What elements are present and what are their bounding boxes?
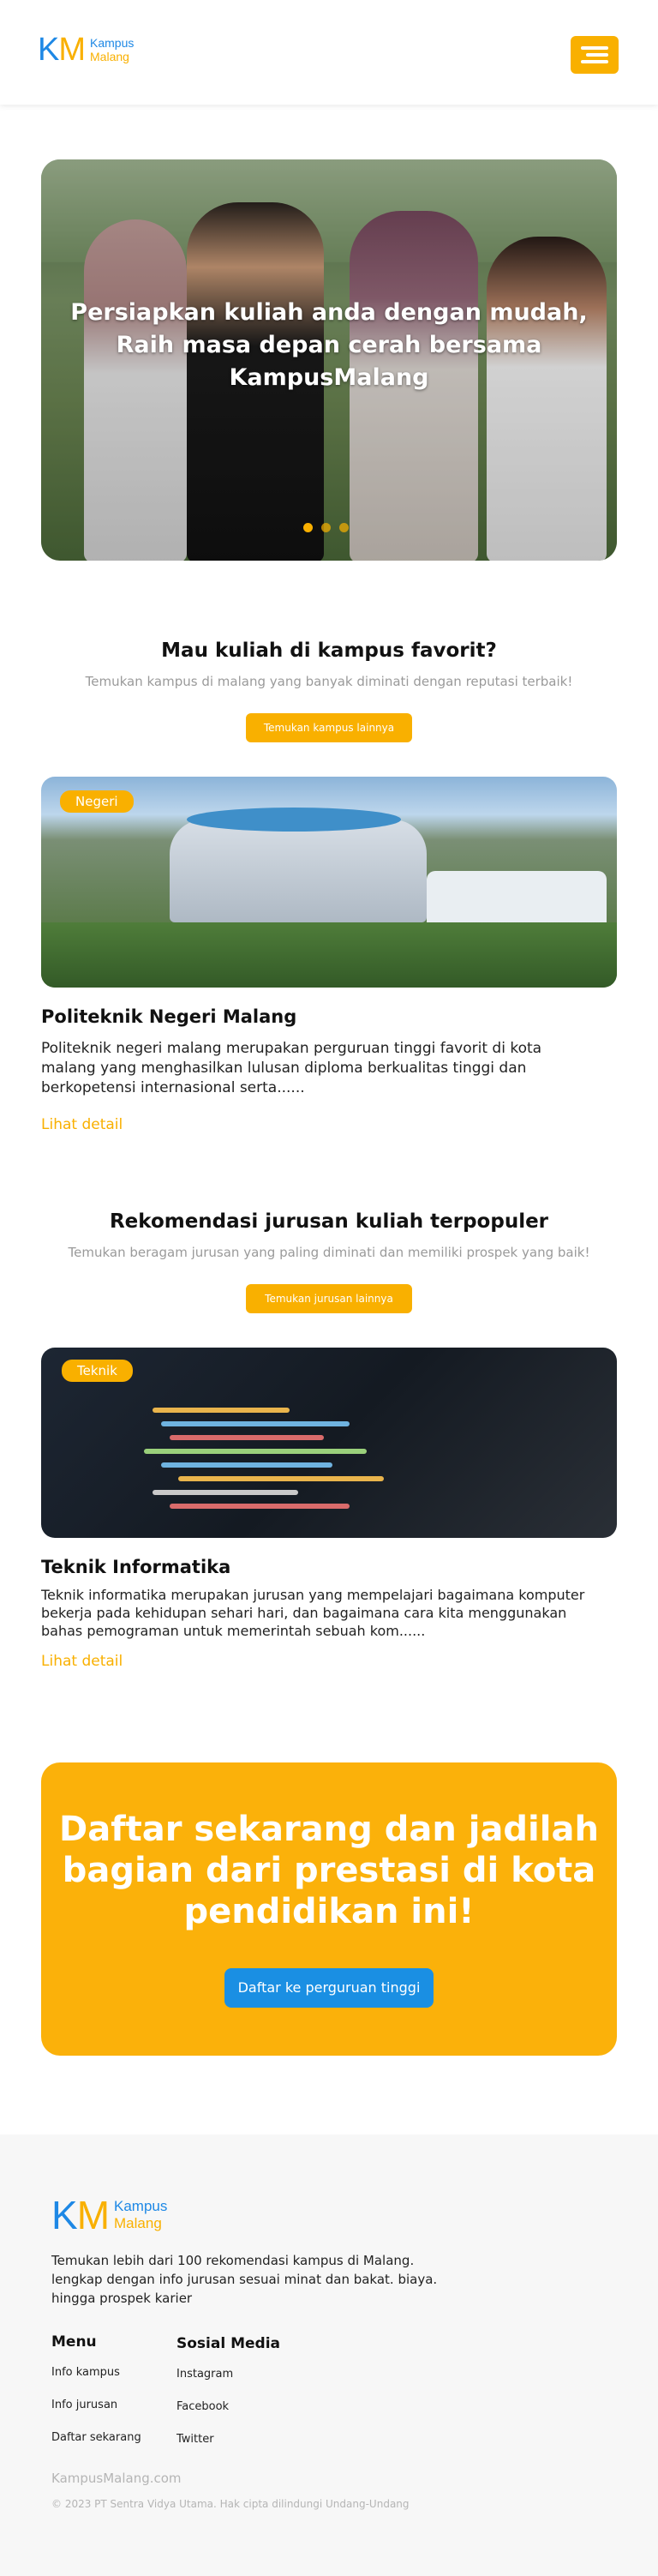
code-line (170, 1435, 324, 1440)
campus-section-title: Mau kuliah di kampus favorit? (161, 639, 497, 662)
site-footer: KM Kampus Malang Temukan lebih dari 100 … (0, 2135, 658, 2576)
hero-title-bold: masa depan (182, 332, 340, 358)
footer-menu-title: Menu (51, 2333, 97, 2351)
logo-letter-m: M (76, 2193, 110, 2237)
campus-building (170, 820, 427, 922)
footer-link-info-jurusan[interactable]: Info jurusan (51, 2399, 117, 2411)
hamburger-bar (581, 60, 608, 63)
hero-title-bold: mudah, (489, 299, 588, 326)
campus-card-description: Politeknik negeri malang merupakan pergu… (41, 1040, 542, 1096)
code-line (144, 1449, 367, 1454)
hamburger-bar (586, 53, 608, 57)
cta-title: Daftar sekarang dan jadilah bagian dari … (59, 1810, 599, 1931)
code-line (170, 1504, 350, 1509)
register-button[interactable]: Daftar ke perguruan tinggi (224, 1968, 434, 2008)
footer-link-info-kampus[interactable]: Info kampus (51, 2366, 120, 2379)
major-card-description: Teknik informatika merupakan jurusan yan… (41, 1587, 585, 1639)
hero-title-text: cerah bersama (339, 332, 542, 358)
footer-logo[interactable]: KM Kampus Malang (51, 2195, 167, 2236)
major-section-subtitle: Temukan beragam jurusan yang paling dimi… (68, 1245, 590, 1260)
logo-text: Kampus Malang (114, 2198, 167, 2232)
carousel-dot-1[interactable] (303, 523, 313, 532)
campus-card-title: Politeknik Negeri Malang (41, 1006, 297, 1027)
hamburger-menu-button[interactable] (571, 36, 619, 74)
major-card-title: Teknik Informatika (41, 1557, 231, 1577)
footer-link-daftar-sekarang[interactable]: Daftar sekarang (51, 2431, 141, 2444)
logo-letter-k: K (38, 32, 59, 68)
footer-site-name: KampusMalang.com (51, 2471, 182, 2486)
hero-title-bold: Persiapkan kuliah (70, 299, 304, 326)
logo-text-line1: Kampus (114, 2198, 168, 2214)
logo-mark: KM (38, 32, 86, 68)
carousel-indicators (303, 523, 349, 532)
code-line (153, 1490, 298, 1495)
campus-card-image[interactable]: Negeri (41, 777, 617, 988)
logo-letter-k: K (51, 2193, 78, 2237)
logo-mark: KM (51, 2193, 110, 2237)
campus-section-subtitle: Temukan kampus di malang yang banyak dim… (85, 674, 573, 689)
footer-link-twitter[interactable]: Twitter (176, 2433, 214, 2446)
campus-detail-link[interactable]: Lihat detail (41, 1116, 123, 1133)
campus-trees (41, 922, 617, 988)
footer-copyright: © 2023 PT Sentra Vidya Utama. Hak cipta … (51, 2498, 410, 2510)
major-tag-badge: Teknik (62, 1360, 133, 1382)
code-line (161, 1421, 350, 1426)
hero-title: Persiapkan kuliah anda dengan mudah, Rai… (41, 297, 617, 394)
find-major-button[interactable]: Temukan jurusan lainnya (246, 1284, 412, 1313)
find-campus-button[interactable]: Temukan kampus lainnya (246, 713, 412, 742)
footer-description: Temukan lebih dari 100 rekomendasi kampu… (51, 2253, 438, 2306)
carousel-dot-3[interactable] (339, 523, 349, 532)
major-card-image[interactable]: Teknik (41, 1348, 617, 1538)
signup-cta-banner: Daftar sekarang dan jadilah bagian dari … (41, 1762, 617, 2056)
hero-banner: Persiapkan kuliah anda dengan mudah, Rai… (41, 159, 617, 561)
major-detail-link[interactable]: Lihat detail (41, 1653, 123, 1670)
major-section-title: Rekomendasi jurusan kuliah terpopuler (109, 1210, 549, 1233)
hamburger-menu-icon (581, 46, 608, 50)
campus-tag-badge: Negeri (60, 790, 134, 813)
logo-text: Kampus Malang (90, 36, 134, 63)
code-line (153, 1408, 290, 1413)
logo-text-line1: Kampus (90, 36, 135, 50)
code-line (161, 1462, 332, 1468)
site-logo[interactable]: KM Kampus Malang (38, 33, 134, 67)
hero-title-text: Raih (116, 332, 182, 358)
site-header: KM Kampus Malang (0, 0, 658, 105)
campus-roof (187, 808, 401, 832)
footer-link-instagram[interactable]: Instagram (176, 2368, 233, 2381)
footer-link-facebook[interactable]: Facebook (176, 2400, 229, 2413)
logo-text-line2: Malang (114, 2215, 162, 2231)
hero-title-text: anda dengan (303, 299, 490, 326)
logo-letter-m: M (58, 32, 86, 68)
hero-title-bold: KampusMalang (229, 364, 429, 391)
logo-text-line2: Malang (90, 50, 129, 63)
footer-social-title: Sosial Media (176, 2335, 281, 2352)
code-line (178, 1476, 384, 1481)
carousel-dot-2[interactable] (321, 523, 331, 532)
